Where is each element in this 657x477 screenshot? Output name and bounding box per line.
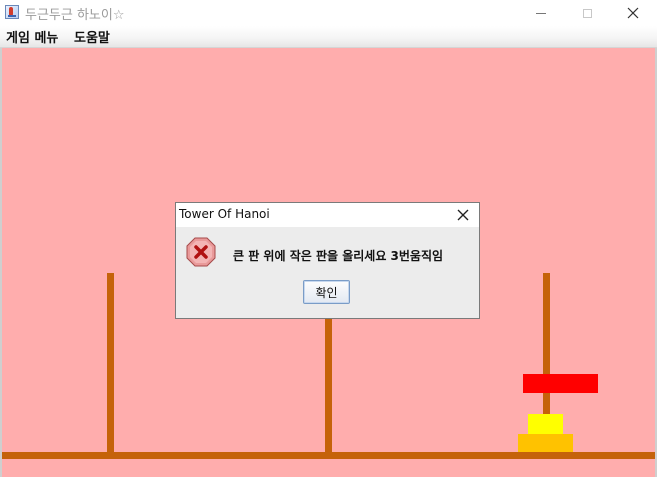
close-icon xyxy=(627,7,639,19)
dialog-title-bar[interactable]: Tower Of Hanoi xyxy=(176,203,479,227)
yellow-disk[interactable] xyxy=(528,414,563,434)
orange-disk[interactable] xyxy=(518,434,573,453)
close-icon xyxy=(457,209,469,221)
dialog-close-button[interactable] xyxy=(453,205,473,225)
canvas-bottom xyxy=(2,459,655,477)
red-disk[interactable] xyxy=(523,374,598,393)
menu-game[interactable]: 게임 메뉴 xyxy=(6,27,58,46)
maximize-button[interactable] xyxy=(564,0,610,26)
minimize-button[interactable] xyxy=(518,0,564,26)
title-bar[interactable]: 두근두근 하노이☆ xyxy=(0,0,657,26)
close-window-button[interactable] xyxy=(610,0,656,26)
dialog-title: Tower Of Hanoi xyxy=(179,207,270,221)
menu-bar: 게임 메뉴 도움말 xyxy=(0,26,657,48)
java-app-icon xyxy=(5,5,19,19)
error-dialog: Tower Of Hanoi 큰 판 위에 작은 판을 올리세요 3번움직임 확… xyxy=(175,202,480,319)
app-window: 두근두근 하노이☆ 게임 메뉴 도움말 Tower Of Hanoi 큰 판 위… xyxy=(0,0,657,477)
minimize-icon xyxy=(536,12,546,14)
menu-help[interactable]: 도움말 xyxy=(74,27,110,46)
tower-base xyxy=(2,452,655,459)
dialog-message: 큰 판 위에 작은 판을 올리세요 3번움직임 xyxy=(233,249,444,263)
maximize-icon xyxy=(582,8,592,18)
error-icon xyxy=(186,237,216,267)
pole-left[interactable] xyxy=(107,273,114,453)
window-title: 두근두근 하노이☆ xyxy=(25,8,125,23)
ok-button[interactable]: 확인 xyxy=(303,280,350,304)
